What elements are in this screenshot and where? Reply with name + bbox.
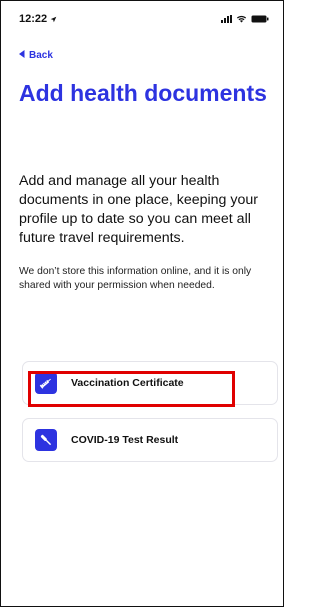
test-swab-icon bbox=[35, 429, 57, 451]
vaccination-certificate-option[interactable]: Vaccination Certificate bbox=[22, 361, 278, 405]
intro-text: Add and manage all your health documents… bbox=[19, 173, 258, 246]
back-arrow-icon bbox=[19, 50, 25, 61]
vaccination-certificate-label: Vaccination Certificate bbox=[71, 377, 184, 389]
status-bar: 12:22 bbox=[1, 1, 283, 37]
status-time: 12:22 bbox=[19, 13, 48, 25]
wifi-icon bbox=[236, 15, 247, 23]
location-arrow-icon bbox=[50, 16, 57, 23]
status-icons bbox=[221, 15, 269, 23]
battery-icon bbox=[251, 15, 269, 23]
page-title: Add health documents bbox=[19, 80, 267, 106]
covid-test-result-option[interactable]: COVID-19 Test Result bbox=[22, 418, 278, 462]
phone-screen: 12:22 Back Add health documents Add and … bbox=[0, 0, 284, 607]
status-time-group: 12:22 bbox=[19, 13, 57, 25]
signal-icon bbox=[221, 15, 232, 23]
covid-test-result-label: COVID-19 Test Result bbox=[71, 434, 179, 446]
syringe-icon bbox=[35, 372, 57, 394]
back-button[interactable]: Back bbox=[19, 50, 53, 61]
privacy-note: We don’t store this information online, … bbox=[19, 266, 252, 291]
back-label: Back bbox=[29, 50, 53, 61]
